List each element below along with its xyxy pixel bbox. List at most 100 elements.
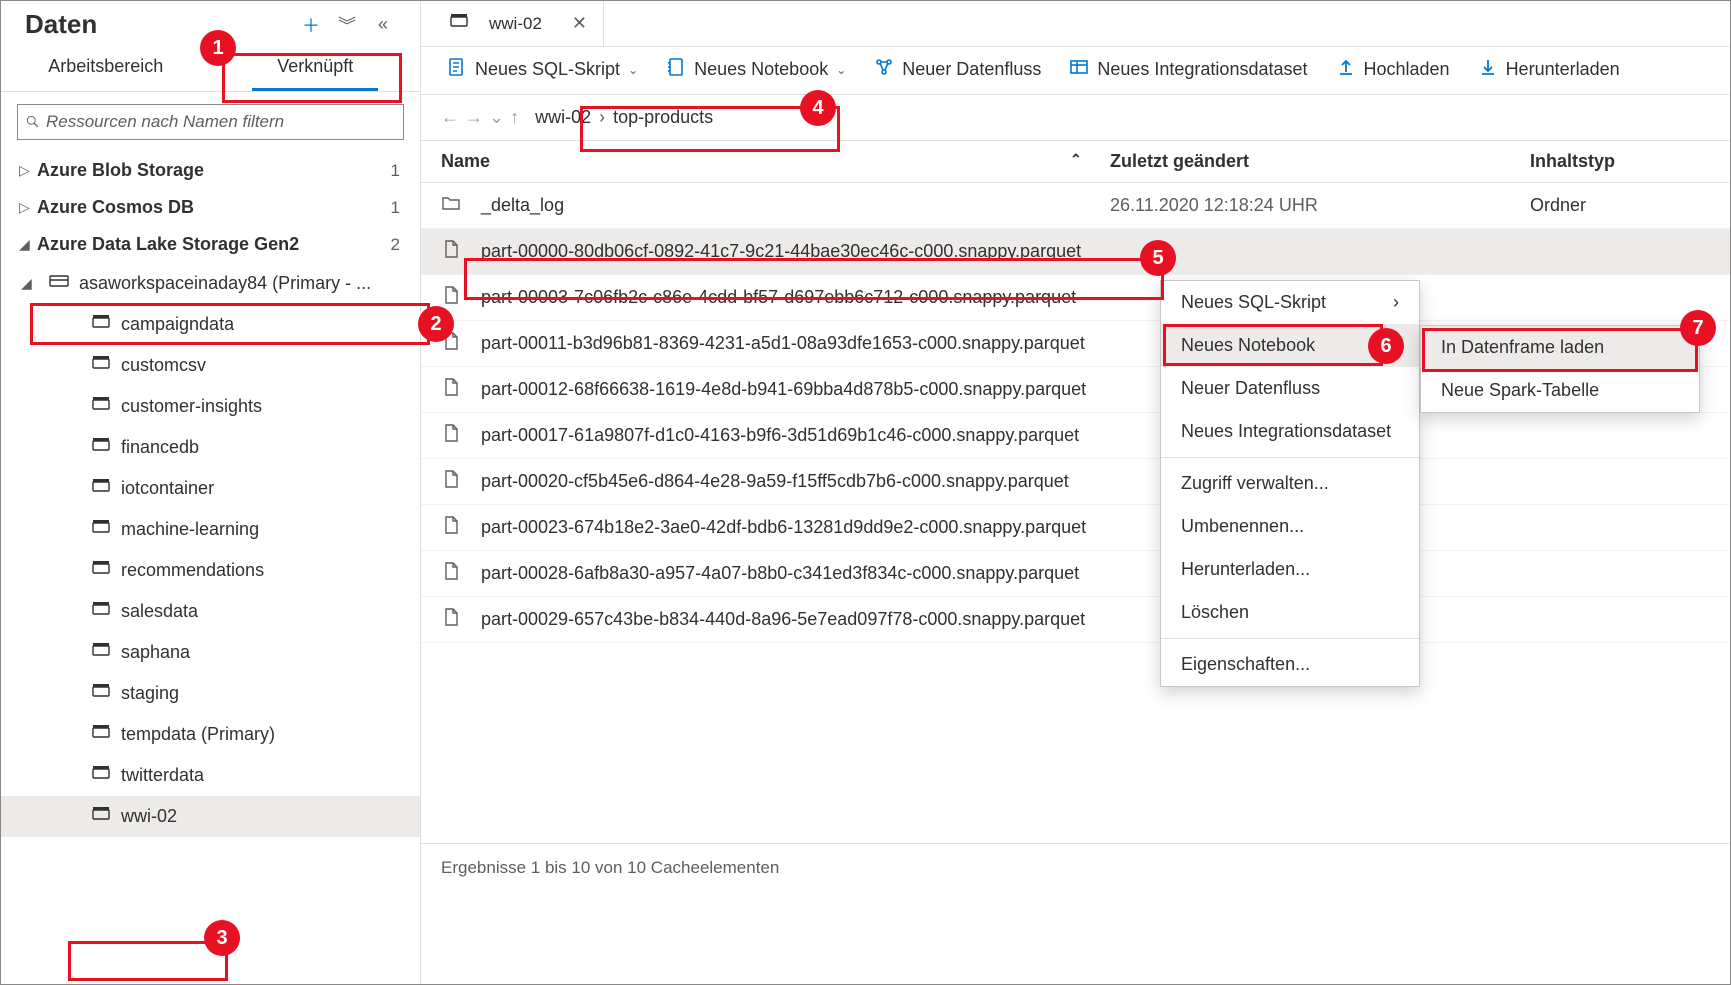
container-item[interactable]: customer-insights <box>1 386 420 427</box>
container-item[interactable]: saphana <box>1 632 420 673</box>
container-item[interactable]: salesdata <box>1 591 420 632</box>
breadcrumb-root[interactable]: wwi-02 <box>531 105 595 130</box>
col-type[interactable]: Inhaltstyp <box>1530 151 1710 172</box>
new-dataflow-button[interactable]: Neuer Datenfluss <box>874 57 1041 82</box>
container-item[interactable]: tempdata (Primary) <box>1 714 420 755</box>
container-label: tempdata (Primary) <box>121 724 275 745</box>
file-name: part-00011-b3d96b81-8369-4231-a5d1-08a93… <box>481 333 1085 354</box>
add-icon[interactable]: ＋ <box>298 12 324 38</box>
container-item[interactable]: iotcontainer <box>1 468 420 509</box>
col-name[interactable]: Name <box>441 151 1110 172</box>
file-icon <box>441 331 461 356</box>
file-tab-label: wwi-02 <box>489 14 542 34</box>
new-dataset-button[interactable]: Neues Integrationsdataset <box>1069 57 1307 82</box>
container-item[interactable]: staging <box>1 673 420 714</box>
download-button[interactable]: Herunterladen <box>1478 57 1620 82</box>
container-label: recommendations <box>121 560 264 581</box>
container-item[interactable]: recommendations <box>1 550 420 591</box>
ctx-item[interactable]: Eigenschaften... <box>1161 643 1419 686</box>
file-row[interactable]: part-00020-cf5b45e6-d864-4e28-9a59-f15ff… <box>421 459 1730 505</box>
ctx-item[interactable]: Zugriff verwalten... <box>1161 462 1419 505</box>
container-label: customcsv <box>121 355 206 376</box>
file-name: part-00012-68f66638-1619-4e8d-b941-69bba… <box>481 379 1086 400</box>
nav-forward-icon[interactable]: → <box>465 107 483 128</box>
upload-button[interactable]: Hochladen <box>1336 57 1450 82</box>
chevron-right-icon: ▷ <box>19 162 37 179</box>
search-icon <box>26 115 40 129</box>
new-sql-button[interactable]: Neues SQL-Skript ⌄ <box>447 57 638 82</box>
folder-row[interactable]: _delta_log26.11.2020 12:18:24 UHROrdner <box>421 183 1730 229</box>
context-menu: Neues SQL-Skript›Neues Notebook›Neuer Da… <box>1160 280 1420 687</box>
collapse-panel-icon[interactable]: « <box>370 14 396 35</box>
storage-account[interactable]: ◢ asaworkspaceinaday84 (Primary - ... <box>1 263 420 304</box>
container-label: financedb <box>121 437 199 458</box>
tab-linked[interactable]: Verknüpft <box>211 44 421 91</box>
filter-input[interactable]: Ressourcen nach Namen filtern <box>17 104 404 140</box>
container-item[interactable]: financedb <box>1 427 420 468</box>
col-modified[interactable]: ⌃ Zuletzt geändert <box>1110 151 1530 172</box>
file-name: part-00017-61a9807f-d1c0-4163-b9f6-3d51d… <box>481 425 1079 446</box>
close-tab-icon[interactable]: ✕ <box>572 13 587 34</box>
group-blob[interactable]: ▷ Azure Blob Storage 1 <box>1 152 420 189</box>
results-footer: Ergebnisse 1 bis 10 von 10 Cacheelemente… <box>421 843 1730 878</box>
container-icon <box>91 681 111 706</box>
chevron-right-icon: ▷ <box>19 199 37 216</box>
file-name: part-00023-674b18e2-3ae0-42df-bdb6-13281… <box>481 517 1086 538</box>
file-icon <box>441 515 461 540</box>
container-item[interactable]: campaigndata <box>1 304 420 345</box>
chevron-right-icon: › <box>599 107 605 128</box>
file-name: part-00029-657c43be-b834-440d-8a96-5e7ea… <box>481 609 1085 630</box>
file-row[interactable]: part-00000-80db06cf-0892-41c7-9c21-44bae… <box>421 229 1730 275</box>
group-adls[interactable]: ◢ Azure Data Lake Storage Gen2 2 <box>1 226 420 263</box>
ctx-item[interactable]: Umbenennen... <box>1161 505 1419 548</box>
file-icon <box>441 561 461 586</box>
expand-all-icon[interactable]: ︾ <box>334 12 360 38</box>
file-icon <box>441 469 461 494</box>
file-row[interactable]: part-00003-7c06fb2c-c86e-4cdd-bf57-d697e… <box>421 275 1730 321</box>
ctx-sub-item[interactable]: In Datenframe laden <box>1421 326 1699 369</box>
chevron-right-icon: › <box>1393 335 1399 356</box>
sql-script-icon <box>447 57 467 82</box>
ctx-sub-item[interactable]: Neue Spark-Tabelle <box>1421 369 1699 412</box>
breadcrumb-leaf[interactable]: top-products <box>609 105 717 130</box>
file-icon <box>441 285 461 310</box>
file-icon <box>441 423 461 448</box>
container-item[interactable]: wwi-02 <box>1 796 420 837</box>
container-item[interactable]: twitterdata <box>1 755 420 796</box>
container-label: machine-learning <box>121 519 259 540</box>
dataset-icon <box>1069 57 1089 82</box>
group-cosmos[interactable]: ▷ Azure Cosmos DB 1 <box>1 189 420 226</box>
storage-account-label: asaworkspaceinaday84 (Primary - ... <box>79 273 371 294</box>
nav-back-icon[interactable]: ← <box>441 107 459 128</box>
container-icon <box>91 517 111 542</box>
container-item[interactable]: customcsv <box>1 345 420 386</box>
ctx-item[interactable]: Herunterladen... <box>1161 548 1419 591</box>
container-label: iotcontainer <box>121 478 214 499</box>
container-icon <box>91 599 111 624</box>
file-row[interactable]: part-00023-674b18e2-3ae0-42df-bdb6-13281… <box>421 505 1730 551</box>
ctx-item[interactable]: Neues SQL-Skript› <box>1161 281 1419 324</box>
new-notebook-button[interactable]: Neues Notebook ⌄ <box>666 57 846 82</box>
ctx-item[interactable]: Neues Notebook› <box>1161 324 1419 367</box>
file-icon <box>441 377 461 402</box>
file-row[interactable]: part-00017-61a9807f-d1c0-4163-b9f6-3d51d… <box>421 413 1730 459</box>
nav-dropdown-icon[interactable]: ⌄ <box>489 107 504 128</box>
file-tab[interactable]: wwi-02 ✕ <box>433 1 604 46</box>
container-icon <box>91 640 111 665</box>
sidebar-title: Daten <box>25 9 288 40</box>
container-label: staging <box>121 683 179 704</box>
file-name: part-00000-80db06cf-0892-41c7-9c21-44bae… <box>481 241 1081 262</box>
file-name: part-00020-cf5b45e6-d864-4e28-9a59-f15ff… <box>481 471 1069 492</box>
download-icon <box>1478 57 1498 82</box>
file-name: part-00028-6afb8a30-a957-4a07-b8b0-c341e… <box>481 563 1079 584</box>
file-row[interactable]: part-00028-6afb8a30-a957-4a07-b8b0-c341e… <box>421 551 1730 597</box>
tab-workspace[interactable]: Arbeitsbereich <box>1 44 211 91</box>
nav-up-icon[interactable]: ↑ <box>510 107 519 128</box>
ctx-item[interactable]: Neues Integrationsdataset <box>1161 410 1419 453</box>
container-icon <box>91 353 111 378</box>
file-row[interactable]: part-00029-657c43be-b834-440d-8a96-5e7ea… <box>421 597 1730 643</box>
ctx-item[interactable]: Löschen <box>1161 591 1419 634</box>
container-item[interactable]: machine-learning <box>1 509 420 550</box>
container-icon <box>91 558 111 583</box>
ctx-item[interactable]: Neuer Datenfluss <box>1161 367 1419 410</box>
